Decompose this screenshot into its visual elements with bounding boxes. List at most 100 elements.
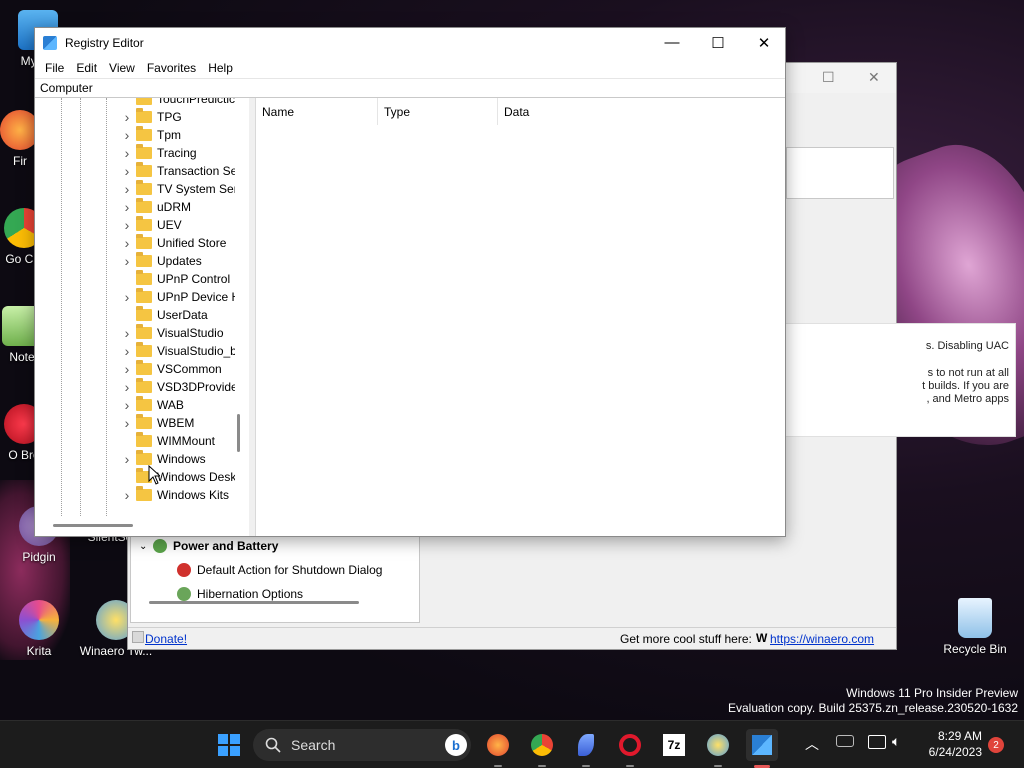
tree-node[interactable]: › Windows Kits: [121, 486, 235, 504]
close-button[interactable]: ✕: [741, 28, 787, 57]
menu-help[interactable]: Help: [202, 61, 239, 75]
tree-hscrollbar[interactable]: [53, 524, 133, 527]
taskbar-winaero[interactable]: [702, 729, 734, 761]
chevron-right-icon[interactable]: ›: [121, 217, 133, 233]
tree-node[interactable]: › TPG: [121, 108, 235, 126]
desktop-icon-krita[interactable]: Krita: [1, 600, 77, 658]
chevron-right-icon[interactable]: ›: [121, 415, 133, 431]
tree-node[interactable]: › UPnP Device H: [121, 288, 235, 306]
chevron-down-icon[interactable]: ⌄: [139, 541, 153, 552]
maximize-button[interactable]: ☐: [695, 28, 741, 57]
back-tree-pane[interactable]: ⌄ Power and Battery Default Action for S…: [130, 533, 420, 623]
running-indicator-feather: [582, 765, 590, 767]
menu-file[interactable]: File: [39, 61, 70, 75]
tree-node[interactable]: › WAB: [121, 396, 235, 414]
back-hscrollbar[interactable]: [149, 601, 359, 604]
notification-badge[interactable]: 2: [988, 737, 1004, 753]
tree-node[interactable]: › VSCommon: [121, 360, 235, 378]
column-data[interactable]: Data: [498, 98, 678, 125]
folder-icon: [136, 270, 152, 285]
chevron-right-icon[interactable]: ›: [121, 361, 133, 377]
tree-node[interactable]: › Windows: [121, 450, 235, 468]
tree-vscrollbar[interactable]: [237, 414, 240, 452]
tree-node[interactable]: › VSD3DProvide: [121, 378, 235, 396]
chevron-up-icon[interactable]: ︿: [805, 734, 819, 754]
tree-node-label: Windows: [157, 452, 206, 466]
chevron-right-icon[interactable]: ›: [121, 343, 133, 359]
key-tree-pane[interactable]: TouchPredictic › TPG › Tpm › Tracing › Transacti…: [35, 98, 249, 536]
taskbar-chrome[interactable]: [526, 729, 558, 761]
taskbar-regedit[interactable]: [746, 729, 778, 761]
running-indicator-firefox: [494, 765, 502, 767]
chevron-right-icon[interactable]: ›: [121, 163, 133, 179]
desktop-icon-recycle-bin[interactable]: Recycle Bin: [937, 598, 1013, 656]
chevron-right-icon[interactable]: ›: [121, 289, 133, 305]
minimize-button[interactable]: —: [649, 28, 695, 57]
tree-node[interactable]: › VisualStudio: [121, 324, 235, 342]
tree-item-shutdown-dialog[interactable]: Default Action for Shutdown Dialog: [131, 558, 419, 582]
tree-node[interactable]: UserData: [121, 306, 235, 324]
regedit-icon: [43, 35, 57, 50]
tree-node-label: WAB: [157, 398, 184, 412]
chevron-right-icon[interactable]: ›: [121, 325, 133, 341]
menu-favorites[interactable]: Favorites: [141, 61, 202, 75]
menu-view[interactable]: View: [103, 61, 141, 75]
taskbar-feather[interactable]: [570, 729, 602, 761]
bing-icon[interactable]: b: [445, 734, 467, 756]
column-type[interactable]: Type: [378, 98, 498, 125]
tree-node[interactable]: › UEV: [121, 216, 235, 234]
tree-node[interactable]: WIMMount: [121, 432, 235, 450]
mouse-cursor-icon: [148, 465, 160, 485]
tree-node[interactable]: › Transaction Se: [121, 162, 235, 180]
chevron-right-icon[interactable]: ›: [121, 397, 133, 413]
chevron-right-icon[interactable]: ›: [121, 181, 133, 197]
chevron-right-icon[interactable]: ›: [121, 487, 133, 503]
tree-node[interactable]: › uDRM: [121, 198, 235, 216]
back-info-text: s. Disabling UAC s to not run at all t b…: [768, 323, 1016, 437]
tree-node[interactable]: › VisualStudio_b: [121, 342, 235, 360]
tree-node[interactable]: › WBEM: [121, 414, 235, 432]
taskbar-search[interactable]: Search b: [253, 729, 471, 761]
values-list-pane[interactable]: Name Type Data: [255, 98, 785, 536]
clock-date[interactable]: 6/24/2023: [914, 745, 982, 759]
column-name[interactable]: Name: [256, 98, 378, 125]
chevron-right-icon[interactable]: ›: [121, 253, 133, 269]
clock-time[interactable]: 8:29 AM: [914, 729, 982, 743]
tree-node[interactable]: TouchPredictic: [121, 98, 235, 108]
taskbar-opera[interactable]: [614, 729, 646, 761]
chevron-right-icon[interactable]: ›: [121, 199, 133, 215]
chevron-right-icon[interactable]: ›: [121, 145, 133, 161]
network-icon[interactable]: [836, 735, 854, 747]
tree-node[interactable]: Windows Desk: [121, 468, 235, 486]
registry-editor-window[interactable]: Registry Editor — ☐ ✕ File Edit View Fav…: [34, 27, 786, 537]
chevron-right-icon[interactable]: ›: [121, 235, 133, 251]
tree-node[interactable]: UPnP Control: [121, 270, 235, 288]
folder-icon: [136, 396, 152, 411]
folder-icon: [136, 162, 152, 177]
tree-node-label: Tracing: [157, 146, 197, 160]
tree-node[interactable]: › Tracing: [121, 144, 235, 162]
back-maximize-button[interactable]: ☐: [822, 69, 835, 86]
tree-node-label: VSD3DProvide: [157, 380, 235, 394]
chevron-right-icon[interactable]: ›: [121, 127, 133, 143]
tree-node[interactable]: › Updates: [121, 252, 235, 270]
winaero-link[interactable]: https://winaero.com: [770, 632, 874, 646]
menu-edit[interactable]: Edit: [70, 61, 103, 75]
start-button[interactable]: [213, 729, 245, 761]
titlebar[interactable]: Registry Editor — ☐ ✕: [35, 28, 785, 57]
tree-node[interactable]: › Tpm: [121, 126, 235, 144]
window-title: Registry Editor: [65, 35, 144, 50]
chevron-right-icon[interactable]: ›: [121, 109, 133, 125]
donate-link[interactable]: Donate!: [145, 632, 187, 646]
taskbar-firefox[interactable]: [482, 729, 514, 761]
volume-icon[interactable]: 🔈︎: [892, 733, 900, 750]
chevron-right-icon[interactable]: ›: [121, 379, 133, 395]
display-icon[interactable]: [868, 735, 886, 749]
tree-section-power[interactable]: ⌄ Power and Battery: [131, 534, 419, 558]
tree-node[interactable]: › TV System Serv: [121, 180, 235, 198]
taskbar-7zip[interactable]: 7z: [658, 729, 690, 761]
chevron-right-icon[interactable]: ›: [121, 451, 133, 467]
tree-node[interactable]: › Unified Store: [121, 234, 235, 252]
address-bar[interactable]: Computer: [35, 78, 785, 98]
back-close-button[interactable]: ✕: [868, 69, 880, 86]
